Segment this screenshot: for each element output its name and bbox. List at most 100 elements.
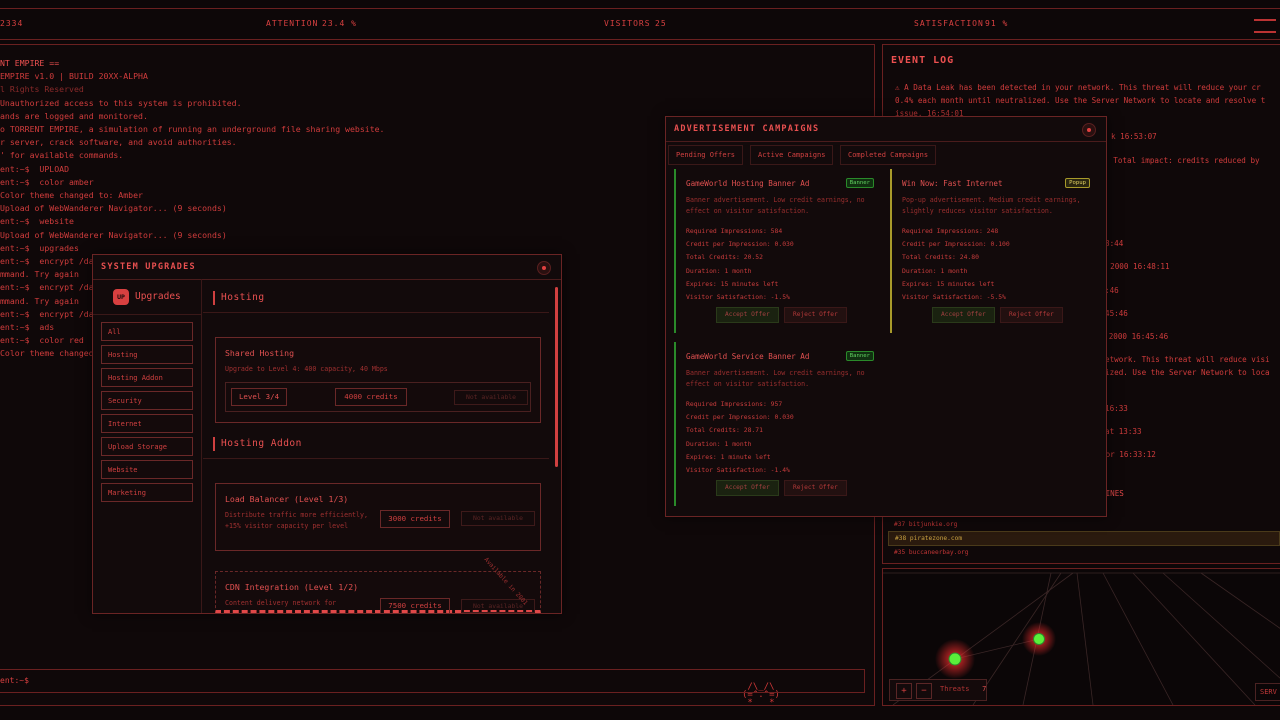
- terminal-line: r server, crack software, and avoid auth…: [0, 137, 237, 148]
- accept-offer-button[interactable]: Accept Offer: [716, 480, 779, 496]
- upgrade-card-shared-hosting: Shared Hosting Upgrade to Level 4: 400 c…: [215, 337, 541, 423]
- zoom-out-button[interactable]: −: [916, 683, 932, 699]
- stat-label: Total Credits:: [686, 426, 740, 434]
- stat-label: Expires:: [686, 453, 717, 461]
- status-left-value: 2334: [0, 19, 24, 28]
- zoom-in-button[interactable]: +: [896, 683, 912, 699]
- accept-offer-button[interactable]: Accept Offer: [932, 307, 995, 323]
- scrollbar[interactable]: [555, 287, 558, 467]
- stat-label: Duration:: [686, 440, 721, 448]
- stat-label: Duration:: [686, 267, 721, 275]
- offer-type-badge: Banner: [845, 351, 874, 361]
- stat-value: 15 minutes left: [720, 280, 779, 288]
- site-row[interactable]: #35 buccaneerbay.org: [888, 546, 1280, 559]
- sites-list: #37 bitjunkie.org #38 piratezone.com #35…: [888, 518, 1280, 559]
- category-website[interactable]: Website: [101, 460, 193, 479]
- stat-value: 1 month: [940, 267, 968, 275]
- upgrade-card-load-balancer: Load Balancer (Level 1/3) Distribute tra…: [215, 483, 541, 551]
- stat-value: 957: [770, 400, 783, 408]
- category-marketing[interactable]: Marketing: [101, 483, 193, 502]
- close-icon[interactable]: [1082, 123, 1096, 137]
- map-controls: + − Threats 7: [889, 679, 987, 701]
- tab-pending-offers[interactable]: Pending Offers: [668, 145, 744, 165]
- category-upload-storage[interactable]: Upload Storage: [101, 437, 193, 456]
- terminal-line: EMPIRE v1.0 | BUILD 20XX-ALPHA: [0, 71, 148, 82]
- terminal-line: ent:~$ UPLOAD: [0, 163, 70, 174]
- upgrade-description: Distribute traffic more efficiently, +15…: [225, 511, 368, 530]
- stat-label: Expires:: [902, 280, 933, 288]
- offer-description: Pop-up advertisement. Medium credit earn…: [902, 196, 1081, 215]
- section-hosting-addon: Hosting Addon: [213, 437, 302, 451]
- stat-label: Credit per Impression:: [686, 240, 771, 248]
- category-security[interactable]: Security: [101, 391, 193, 410]
- stat-value: 248: [986, 227, 999, 235]
- accept-offer-button[interactable]: Accept Offer: [716, 307, 779, 323]
- visitors-label: VISITORS: [604, 19, 651, 28]
- event-entry: k 16:53:07: [1111, 132, 1157, 141]
- server-button[interactable]: SERV: [1255, 683, 1280, 701]
- site-row-selected[interactable]: #38 piratezone.com: [888, 531, 1280, 546]
- stat-value: 1 month: [724, 267, 752, 275]
- stat-value: 0.030: [774, 413, 794, 421]
- server-network-map[interactable]: + − Threats 7 SERV: [882, 568, 1280, 706]
- event-entry: ly. Total impact: credits reduced by: [1095, 156, 1260, 165]
- server-node[interactable]: [1033, 633, 1045, 645]
- offer-type-badge: Banner: [845, 178, 874, 188]
- event-entry: y 2000 16:48:11: [1101, 262, 1170, 271]
- stat-label: Visitor Satisfaction:: [686, 293, 767, 301]
- attention-value: 23.4 %: [322, 19, 357, 28]
- reject-offer-button[interactable]: Reject Offer: [784, 480, 847, 496]
- window-title: SYSTEM UPGRADES: [93, 255, 561, 280]
- not-available-button[interactable]: Not available: [454, 390, 528, 405]
- upgrade-title: Shared Hosting: [225, 348, 295, 358]
- stat-value: 0.100: [990, 240, 1010, 248]
- menu-icon[interactable]: [1254, 19, 1276, 33]
- event-entry: tor 16:33:12: [1101, 450, 1156, 459]
- server-node[interactable]: [948, 652, 962, 666]
- event-entry: 45:46: [1105, 309, 1128, 318]
- offer-title: GameWorld Hosting Banner Ad: [686, 179, 810, 188]
- upgrade-cost: 7500 credits: [380, 598, 450, 614]
- upgrade-description: Content delivery network for: [225, 599, 337, 607]
- stat-label: Required Impressions:: [686, 227, 767, 235]
- category-all[interactable]: All: [101, 322, 193, 341]
- stat-value: 24.80: [959, 253, 979, 261]
- reject-offer-button[interactable]: Reject Offer: [784, 307, 847, 323]
- category-hosting[interactable]: Hosting: [101, 345, 193, 364]
- stat-label: Required Impressions:: [902, 227, 983, 235]
- stat-value: 1 month: [724, 440, 752, 448]
- stat-value: -1.4%: [770, 466, 790, 474]
- stat-value: 28.71: [743, 426, 763, 434]
- stat-value: 0.030: [774, 240, 794, 248]
- terminal-input[interactable]: ent:~$: [0, 669, 865, 693]
- offer-title: Win Now: Fast Internet: [902, 179, 1003, 188]
- terminal-line: Color theme changed to: Amber: [0, 190, 143, 201]
- stat-label: Visitor Satisfaction:: [686, 466, 767, 474]
- window-title: ADVERTISEMENT CAMPAIGNS: [666, 117, 1106, 142]
- category-internet[interactable]: Internet: [101, 414, 193, 433]
- not-available-button[interactable]: Not available: [461, 511, 535, 526]
- stat-value: 15 minutes left: [936, 280, 995, 288]
- tab-active-campaigns[interactable]: Active Campaigns: [750, 145, 834, 165]
- event-log-title: EVENT LOG: [891, 55, 955, 66]
- stat-value: 20.52: [743, 253, 763, 261]
- terminal-line: Upload of WebWanderer Navigator... (9 se…: [0, 203, 227, 214]
- stat-value: -1.5%: [770, 293, 790, 301]
- close-icon[interactable]: [537, 261, 551, 275]
- reject-offer-button[interactable]: Reject Offer: [1000, 307, 1063, 323]
- category-hosting-addon[interactable]: Hosting Addon: [101, 368, 193, 387]
- tab-completed-campaigns[interactable]: Completed Campaigns: [840, 145, 937, 165]
- terminal-prompt: ent:~$: [0, 676, 29, 685]
- visitors-value: 25: [655, 19, 667, 28]
- terminal-line: ' for available commands.: [0, 150, 124, 161]
- stat-value: -5.5%: [986, 293, 1006, 301]
- terminal-line: ent:~$ website: [0, 216, 74, 227]
- site-row[interactable]: #37 bitjunkie.org: [888, 518, 1280, 531]
- upgrades-logo-icon: UP: [113, 289, 129, 305]
- terminal-line: ands are logged and monitored.: [0, 110, 148, 121]
- event-entry: etwork. This threat will reduce visi: [1105, 355, 1270, 364]
- stat-label: Expires:: [686, 280, 717, 288]
- stat-value: 1 minute left: [720, 453, 771, 461]
- event-entry: at 13:33: [1105, 427, 1142, 436]
- section-hosting: Hosting: [213, 291, 265, 305]
